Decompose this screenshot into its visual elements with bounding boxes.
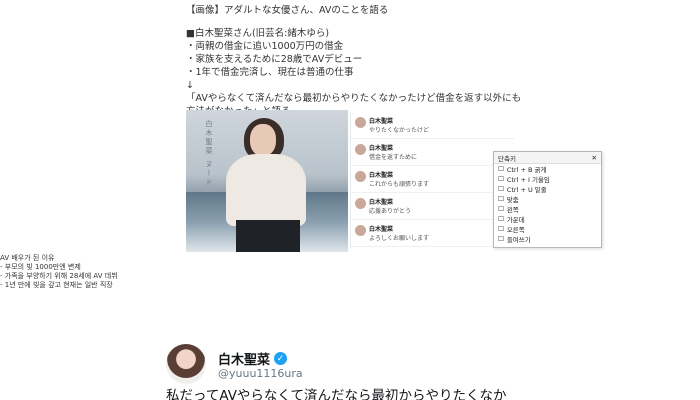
feed-item[interactable]: 白木聖菜 よろしくお願いします <box>351 220 514 247</box>
checkbox-icon: ☐ <box>498 225 504 233</box>
feed-item-text: よろしくお願いします <box>369 235 430 242</box>
close-icon[interactable]: ✕ <box>592 154 597 162</box>
tweet-handle[interactable]: @yuuu1116ura <box>218 367 303 380</box>
avatar[interactable] <box>166 344 206 384</box>
feed-item-name: 白木聖菜 <box>369 226 394 233</box>
photo-vertical-text: 白木聖菜 ヌード <box>205 120 213 188</box>
photo: 白木聖菜 ヌード <box>186 110 348 252</box>
article-line: ■白木聖菜さん(旧芸名:緒木ゆら) <box>186 28 330 39</box>
caption-line: - 1년 만에 빚을 갚고 현재는 일반 직장 <box>0 281 113 289</box>
dropdown-item[interactable]: ☐ Ctrl + I 기울임 <box>494 174 601 184</box>
korean-caption: AV 배우가 된 이유 - 부모의 빚 1000만엔 변제 - 가족을 부양하기… <box>0 254 240 290</box>
arrow: ↓ <box>186 80 194 91</box>
checkbox-icon: ☐ <box>498 165 504 173</box>
article-line: ・家族を支えるために28歳でAVデビュー <box>186 54 363 65</box>
dropdown-item-label: Ctrl + U 밑줄 <box>506 186 547 194</box>
checkbox-icon: ☐ <box>498 215 504 223</box>
body <box>226 154 306 226</box>
feed-item[interactable]: 白木聖菜 これからも頑張ります <box>351 166 514 193</box>
shortcut-dropdown[interactable]: 단축키 ✕ ☐ Ctrl + B 굵게 ☐ Ctrl + I 기울임 ☐ Ctrl +… <box>493 151 602 248</box>
dropdown-item[interactable]: ☐ 가운데 <box>494 214 601 224</box>
dropdown-item-label: Ctrl + B 굵게 <box>506 166 547 174</box>
article-quote-line: 「AVやらなくて済んだなら最初からやりたくなかったけど借金を返す以外にも <box>186 93 522 104</box>
article-text: 【画像】アダルトな女優さん、AVのことを語る ■白木聖菜さん(旧芸名:緒木ゆら)… <box>186 4 606 118</box>
tweet[interactable]: 白木聖菜 ✓ @yuuu1116ura 私だってAVやらなくて済んだなら最初から… <box>166 344 646 400</box>
tweet-author-name: 白木聖菜 <box>218 353 271 368</box>
feed-item[interactable]: 白木聖菜 借金を返すために <box>351 139 514 166</box>
dropdown-item-label: 들여쓰기 <box>506 236 531 244</box>
feed-item-text: 応援ありがとう <box>369 208 412 215</box>
article-line: ・両親の借金に追い1000万円の借金 <box>186 41 344 52</box>
feed-item[interactable]: 白木聖菜 やりたくなかったけど <box>351 112 514 139</box>
verified-badge-icon: ✓ <box>274 352 288 365</box>
tweet-text: 私だってAVやらなくて済んだなら最初からやりたくなか <box>166 388 507 400</box>
skirt <box>236 220 300 252</box>
dropdown-item[interactable]: ☐ 오른쪽 <box>494 224 601 234</box>
caption-line: - 부모의 빚 1000만엔 변제 <box>0 263 81 271</box>
feed-item-name: 白木聖菜 <box>369 118 394 125</box>
dropdown-item[interactable]: ☐ Ctrl + B 굵게 <box>494 164 601 174</box>
caption-line: AV 배우가 된 이유 <box>0 254 55 262</box>
checkbox-icon: ☐ <box>498 175 504 183</box>
dropdown-title: 단축키 <box>498 154 516 163</box>
tweet-feed: 白木聖菜 やりたくなかったけど 白木聖菜 借金を返すために 白木聖菜 これからも… <box>350 112 514 248</box>
dropdown-item-label: 맞춤 <box>506 196 519 204</box>
feed-item-text: これからも頑張ります <box>369 181 430 188</box>
checkbox-icon: ☐ <box>498 185 504 193</box>
caption-line: - 가족을 부양하기 위해 28세에 AV 데뷔 <box>0 272 118 280</box>
dropdown-item[interactable]: ☐ Ctrl + U 밑줄 <box>494 184 601 194</box>
tweet-author[interactable]: 白木聖菜 ✓ <box>218 349 288 368</box>
dropdown-header: 단축키 ✕ <box>494 152 601 164</box>
avatar <box>355 144 366 155</box>
feed-item[interactable]: 白木聖菜 応援ありがとう <box>351 193 514 220</box>
feed-item-name: 白木聖菜 <box>369 172 394 179</box>
feed-item-name: 白木聖菜 <box>369 145 394 152</box>
dropdown-item-label: 왼쪽 <box>506 206 519 214</box>
checkbox-icon: ☐ <box>498 195 504 203</box>
feed-item-name: 白木聖菜 <box>369 199 394 206</box>
avatar <box>355 225 366 236</box>
feed-item-text: やりたくなかったけど <box>369 127 430 134</box>
feed-item-text: 借金を返すために <box>369 154 418 161</box>
avatar <box>355 171 366 182</box>
dropdown-item[interactable]: ☐ 들여쓰기 <box>494 234 601 244</box>
article-title: 【画像】アダルトな女優さん、AVのことを語る <box>186 5 389 16</box>
checkbox-icon: ☐ <box>498 235 504 243</box>
dropdown-item-label: 오른쪽 <box>506 226 525 234</box>
dropdown-item[interactable]: ☐ 왼쪽 <box>494 204 601 214</box>
checkbox-icon: ☐ <box>498 205 504 213</box>
avatar <box>355 198 366 209</box>
dropdown-item-label: Ctrl + I 기울임 <box>506 176 550 184</box>
dropdown-item[interactable]: ☐ 맞춤 <box>494 194 601 204</box>
face <box>250 124 276 156</box>
dropdown-item-label: 가운데 <box>506 216 525 224</box>
article-line: ・1年で借金完済し、現在は普通の仕事 <box>186 67 354 78</box>
avatar <box>355 117 366 128</box>
